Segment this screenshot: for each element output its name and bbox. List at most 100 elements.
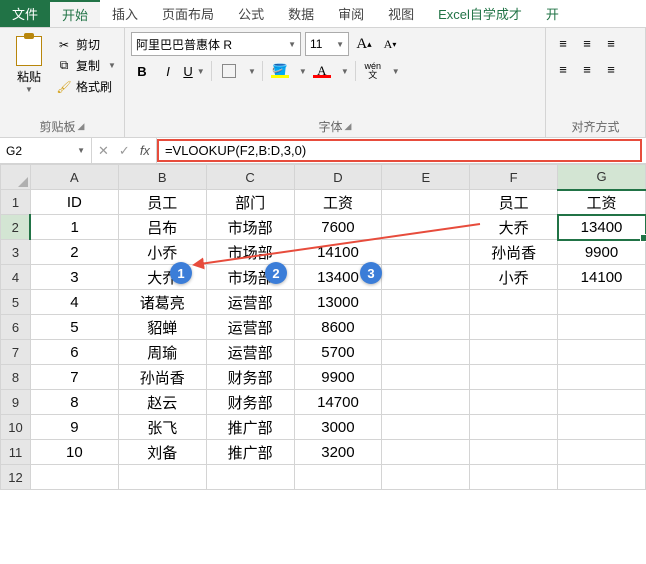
cell[interactable]: 市场部 — [206, 215, 294, 240]
grid[interactable]: A B C D E F G 1ID员工部门工资员工工资 21吕布市场部7600大… — [0, 164, 646, 490]
confirm-icon[interactable]: ✓ — [119, 143, 130, 159]
align-middle-button[interactable]: ≡ — [576, 32, 598, 54]
cell[interactable] — [382, 465, 470, 490]
cell[interactable]: 财务部 — [206, 365, 294, 390]
cell[interactable]: 小乔 — [470, 265, 558, 290]
phonetic-dropdown[interactable]: ▼ — [392, 67, 400, 76]
copy-button[interactable]: ⧉ 复制 ▼ — [56, 57, 116, 74]
cell[interactable] — [382, 440, 470, 465]
tab-custom2[interactable]: 开 — [534, 0, 571, 27]
paste-button[interactable]: 粘贴 ▼ — [6, 32, 52, 95]
cell[interactable]: 大乔 — [118, 265, 206, 290]
row-header[interactable]: 10 — [1, 415, 31, 440]
cell[interactable]: 大乔 — [470, 215, 558, 240]
cell[interactable]: 孙尚香 — [470, 240, 558, 265]
tab-insert[interactable]: 插入 — [100, 0, 150, 27]
cell[interactable] — [470, 390, 558, 415]
align-left-button[interactable]: ≡ — [552, 58, 574, 80]
cell[interactable]: 14700 — [294, 390, 382, 415]
fx-icon[interactable]: fx — [140, 143, 150, 158]
tab-home[interactable]: 开始 — [50, 0, 100, 27]
cell[interactable] — [558, 315, 646, 340]
cell[interactable] — [470, 340, 558, 365]
cell[interactable]: 3200 — [294, 440, 382, 465]
decrease-font-button[interactable]: A▾ — [379, 33, 401, 55]
cell[interactable] — [382, 415, 470, 440]
cell[interactable]: 9900 — [294, 365, 382, 390]
cell[interactable]: 8600 — [294, 315, 382, 340]
cell[interactable]: 赵云 — [118, 390, 206, 415]
cell[interactable] — [558, 290, 646, 315]
row-header[interactable]: 8 — [1, 365, 31, 390]
cell[interactable]: 吕布 — [118, 215, 206, 240]
cell[interactable] — [382, 265, 470, 290]
cell[interactable]: 刘备 — [118, 440, 206, 465]
name-box[interactable]: G2 ▼ — [0, 138, 92, 163]
col-header-G[interactable]: G — [558, 165, 646, 190]
cell[interactable] — [294, 465, 382, 490]
align-top-button[interactable]: ≡ — [552, 32, 574, 54]
format-painter-button[interactable]: 🖌 格式刷 — [56, 78, 116, 95]
cell[interactable] — [558, 440, 646, 465]
font-color-button[interactable]: A — [311, 60, 333, 82]
paste-dropdown-icon[interactable]: ▼ — [25, 85, 33, 94]
cell[interactable] — [382, 315, 470, 340]
cell[interactable]: 市场部 — [206, 240, 294, 265]
cell[interactable]: 2 — [30, 240, 118, 265]
align-right-button[interactable]: ≡ — [600, 58, 622, 80]
cell[interactable] — [382, 365, 470, 390]
cell[interactable] — [558, 465, 646, 490]
cell[interactable]: 周瑜 — [118, 340, 206, 365]
formula-input[interactable]: =VLOOKUP(F2,B:D,3,0) — [157, 139, 642, 162]
font-color-dropdown[interactable]: ▼ — [341, 67, 349, 76]
cell[interactable] — [382, 290, 470, 315]
col-header-A[interactable]: A — [30, 165, 118, 190]
italic-button[interactable]: I — [157, 60, 179, 82]
tab-review[interactable]: 审阅 — [326, 0, 376, 27]
col-header-F[interactable]: F — [470, 165, 558, 190]
cell[interactable]: 8 — [30, 390, 118, 415]
cell[interactable]: 工资 — [558, 190, 646, 215]
cell[interactable]: 员工 — [470, 190, 558, 215]
fill-dropdown[interactable]: ▼ — [299, 67, 307, 76]
row-header[interactable]: 9 — [1, 390, 31, 415]
cell[interactable] — [118, 465, 206, 490]
row-header[interactable]: 6 — [1, 315, 31, 340]
fill-color-button[interactable]: 🪣 — [269, 60, 291, 82]
tab-custom[interactable]: Excel自学成才 — [426, 0, 534, 27]
cell[interactable]: 13000 — [294, 290, 382, 315]
cell[interactable] — [382, 215, 470, 240]
border-dropdown[interactable]: ▼ — [248, 67, 256, 76]
cell[interactable]: 推广部 — [206, 440, 294, 465]
cell[interactable]: 3000 — [294, 415, 382, 440]
bold-button[interactable]: B — [131, 60, 153, 82]
cell[interactable]: 运营部 — [206, 340, 294, 365]
cell[interactable]: 运营部 — [206, 290, 294, 315]
cell[interactable] — [470, 440, 558, 465]
align-bottom-button[interactable]: ≡ — [600, 32, 622, 54]
cell[interactable]: 1 — [30, 215, 118, 240]
cell[interactable]: 市场部 — [206, 265, 294, 290]
cell[interactable]: 运营部 — [206, 315, 294, 340]
row-header[interactable]: 4 — [1, 265, 31, 290]
cell[interactable]: 孙尚香 — [118, 365, 206, 390]
underline-button[interactable]: U▼ — [183, 60, 205, 82]
cell[interactable] — [558, 390, 646, 415]
cell[interactable]: 13400 — [294, 265, 382, 290]
cell[interactable]: 14100 — [294, 240, 382, 265]
tab-view[interactable]: 视图 — [376, 0, 426, 27]
row-header[interactable]: 11 — [1, 440, 31, 465]
cell[interactable]: 诸葛亮 — [118, 290, 206, 315]
cell[interactable]: ID — [30, 190, 118, 215]
cell-selected[interactable]: 13400 — [558, 215, 646, 240]
cell[interactable]: 14100 — [558, 265, 646, 290]
cell[interactable]: 工资 — [294, 190, 382, 215]
cancel-icon[interactable]: ✕ — [98, 143, 109, 159]
cell[interactable] — [470, 365, 558, 390]
cell[interactable]: 小乔 — [118, 240, 206, 265]
cell[interactable] — [470, 315, 558, 340]
col-header-C[interactable]: C — [206, 165, 294, 190]
row-header[interactable]: 1 — [1, 190, 31, 215]
copy-dropdown-icon[interactable]: ▼ — [108, 61, 116, 70]
border-button[interactable] — [218, 60, 240, 82]
